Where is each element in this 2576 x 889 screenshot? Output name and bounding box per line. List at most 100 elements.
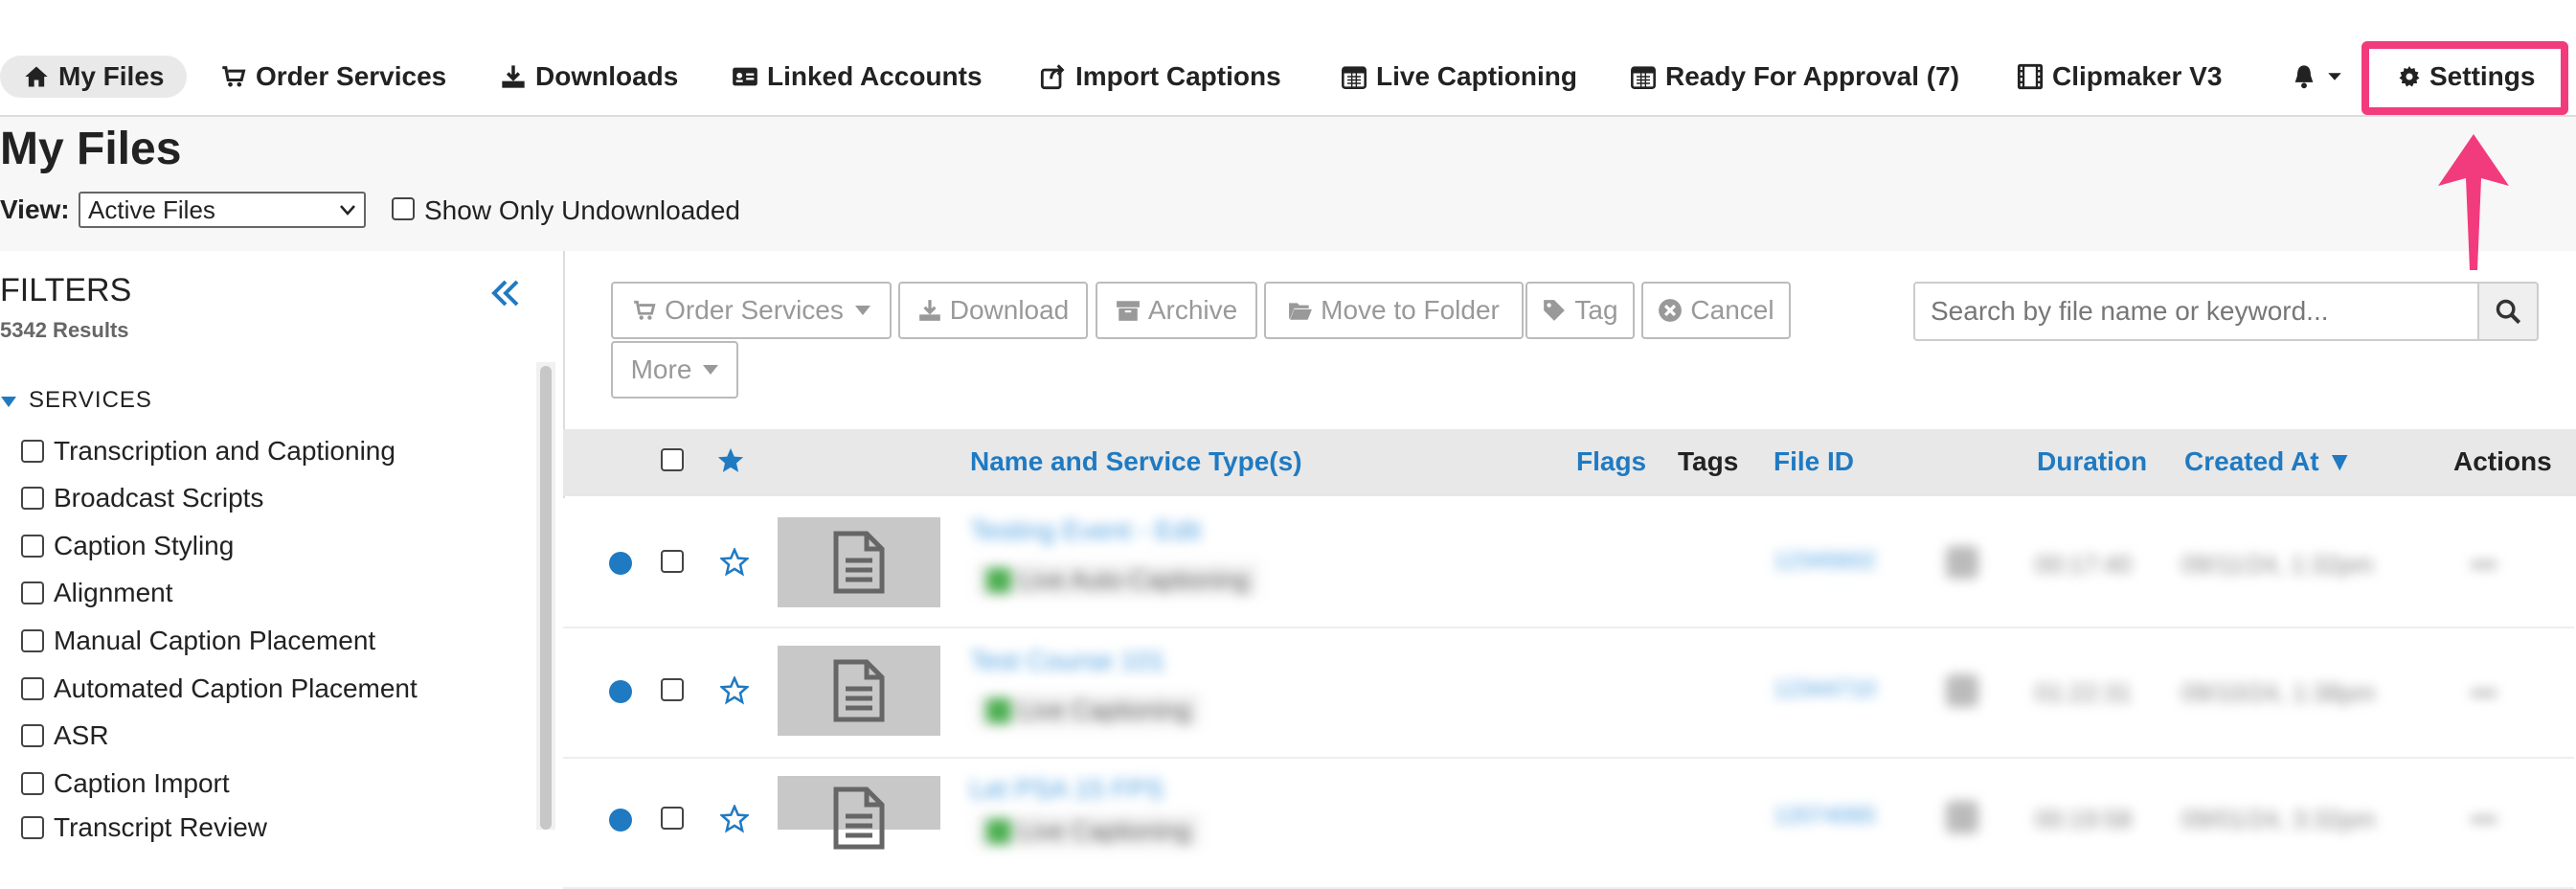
move-to-folder-button[interactable]: Move to Folder xyxy=(1264,282,1524,339)
nav-linked-accounts[interactable]: Linked Accounts xyxy=(732,56,983,98)
file-name-link[interactable]: Let PSA 15 FPS xyxy=(970,774,1164,805)
duration: 00:17:40 xyxy=(2035,550,2133,579)
page-header xyxy=(0,117,2576,251)
service-checkbox[interactable] xyxy=(21,629,44,652)
view-select-value: Active Files xyxy=(88,194,215,224)
service-filter-item[interactable]: Transcription and Captioning xyxy=(21,436,395,467)
pointer-arrow-icon xyxy=(2438,134,2509,270)
services-section-title[interactable]: SERVICES xyxy=(29,387,152,414)
service-checkbox[interactable] xyxy=(21,677,44,700)
star-outline-icon[interactable] xyxy=(720,548,749,577)
service-checkbox[interactable] xyxy=(21,816,44,839)
service-filter-item[interactable]: Caption Import xyxy=(21,768,230,799)
nav-live-captioning-label: Live Captioning xyxy=(1376,61,1577,91)
row-checkbox[interactable] xyxy=(661,807,684,830)
service-checkbox[interactable] xyxy=(21,724,44,747)
service-checkbox[interactable] xyxy=(21,440,44,463)
column-name[interactable]: Name and Service Type(s) xyxy=(970,446,1302,477)
row-actions-button[interactable]: ••• xyxy=(2471,805,2497,834)
select-all-checkbox[interactable] xyxy=(661,448,684,471)
service-filter-item[interactable]: Transcript Review xyxy=(21,812,267,843)
settings-highlight-box xyxy=(2361,41,2568,115)
archive-button-label: Archive xyxy=(1147,295,1238,325)
nav-downloads[interactable]: Downloads xyxy=(500,56,678,98)
nav-clipmaker-label: Clipmaker V3 xyxy=(2052,61,2223,91)
service-filter-item[interactable]: ASR xyxy=(21,720,109,751)
row-checkbox[interactable] xyxy=(661,678,684,701)
column-created-at[interactable]: Created At ▼ xyxy=(2184,446,2353,477)
column-flags[interactable]: Flags xyxy=(1576,446,1646,477)
nav-order-services[interactable]: Order Services xyxy=(220,56,446,98)
nav-live-captioning[interactable]: Live Captioning xyxy=(1341,56,1577,98)
service-badge-label: Live Auto-Captioning xyxy=(1019,565,1249,594)
file-id[interactable]: 12345602 xyxy=(1774,548,1876,575)
collapse-sidebar-icon[interactable] xyxy=(486,276,525,310)
file-thumbnail[interactable] xyxy=(778,646,940,736)
row-actions-button[interactable]: ••• xyxy=(2471,678,2497,708)
status-dot xyxy=(609,680,632,703)
download-button[interactable]: Download xyxy=(898,282,1088,339)
show-only-undownloaded-checkbox[interactable] xyxy=(392,197,415,220)
document-icon xyxy=(833,659,885,722)
nav-clipmaker[interactable]: Clipmaker V3 xyxy=(2017,56,2222,98)
filters-result-count: 5342 Results xyxy=(0,318,129,342)
file-name-link[interactable]: Testing Event - Edit xyxy=(970,515,1201,546)
service-checkbox[interactable] xyxy=(21,535,44,558)
service-label: ASR xyxy=(54,720,109,750)
file-name-link[interactable]: Test Course 101 xyxy=(970,646,1165,676)
move-to-folder-button-label: Move to Folder xyxy=(1321,295,1500,325)
top-nav: My Files Order Services Downloads Linked… xyxy=(0,0,2576,117)
caret-down-icon[interactable] xyxy=(0,395,17,408)
service-checkbox[interactable] xyxy=(21,772,44,795)
tag-button[interactable]: Tag xyxy=(1525,282,1635,339)
nav-ready-for-approval[interactable]: Ready For Approval (7) xyxy=(1630,56,1959,98)
caret-down-icon xyxy=(854,306,870,315)
created-at: 09/11/24, 1:32pm xyxy=(2181,550,2374,579)
service-badge-label: Live Captioning xyxy=(1019,695,1191,724)
column-duration[interactable]: Duration xyxy=(2037,446,2147,477)
row-checkbox[interactable] xyxy=(661,550,684,573)
row-actions-button[interactable]: ••• xyxy=(2471,550,2497,580)
service-badge: Live Auto-Captioning xyxy=(977,563,1258,597)
filters-title: FILTERS xyxy=(0,272,132,308)
search-button[interactable] xyxy=(2477,282,2539,341)
service-checkbox[interactable] xyxy=(21,581,44,604)
calendar-icon xyxy=(1342,66,1367,89)
order-services-button[interactable]: Order Services xyxy=(611,282,892,339)
page-title: My Files xyxy=(0,124,182,174)
close-circle-icon xyxy=(1659,299,1683,322)
file-id[interactable]: 12344710 xyxy=(1774,676,1876,703)
folder-open-icon xyxy=(1289,303,1313,320)
service-filter-item[interactable]: Broadcast Scripts xyxy=(21,483,263,513)
service-checkbox[interactable] xyxy=(21,487,44,510)
service-filter-item[interactable]: Automated Caption Placement xyxy=(21,673,418,704)
star-outline-icon[interactable] xyxy=(720,676,749,705)
service-badge: Live Captioning xyxy=(977,694,1201,727)
bell-icon xyxy=(2294,65,2314,89)
tag-icon xyxy=(1544,300,1566,321)
flag-icon xyxy=(1946,674,1978,707)
search-input[interactable] xyxy=(1913,282,2479,341)
archive-button[interactable]: Archive xyxy=(1096,282,1257,339)
column-file-id[interactable]: File ID xyxy=(1774,446,1854,477)
view-select[interactable]: Active Files xyxy=(79,192,366,228)
service-filter-item[interactable]: Alignment xyxy=(21,578,173,608)
cancel-button[interactable]: Cancel xyxy=(1641,282,1791,339)
service-filter-item[interactable]: Caption Styling xyxy=(21,531,234,561)
file-thumbnail[interactable] xyxy=(778,776,940,850)
nav-my-files[interactable]: My Files xyxy=(0,56,188,98)
service-label: Manual Caption Placement xyxy=(54,626,376,655)
sidebar-scrollbar-thumb[interactable] xyxy=(540,366,552,830)
file-id[interactable]: 12074065 xyxy=(1774,803,1876,830)
home-icon xyxy=(25,66,48,87)
file-thumbnail[interactable] xyxy=(778,517,940,607)
nav-import-captions-label: Import Captions xyxy=(1075,61,1281,91)
star-icon[interactable] xyxy=(716,446,745,475)
service-filter-item[interactable]: Manual Caption Placement xyxy=(21,626,375,656)
nav-import-captions[interactable]: Import Captions xyxy=(1040,56,1281,98)
more-button[interactable]: More xyxy=(611,341,738,399)
notifications-dropdown[interactable] xyxy=(2291,56,2352,98)
chevron-down-icon xyxy=(340,205,355,216)
service-label: Caption Import xyxy=(54,768,230,798)
service-badge-label: Live Captioning xyxy=(1019,816,1191,845)
